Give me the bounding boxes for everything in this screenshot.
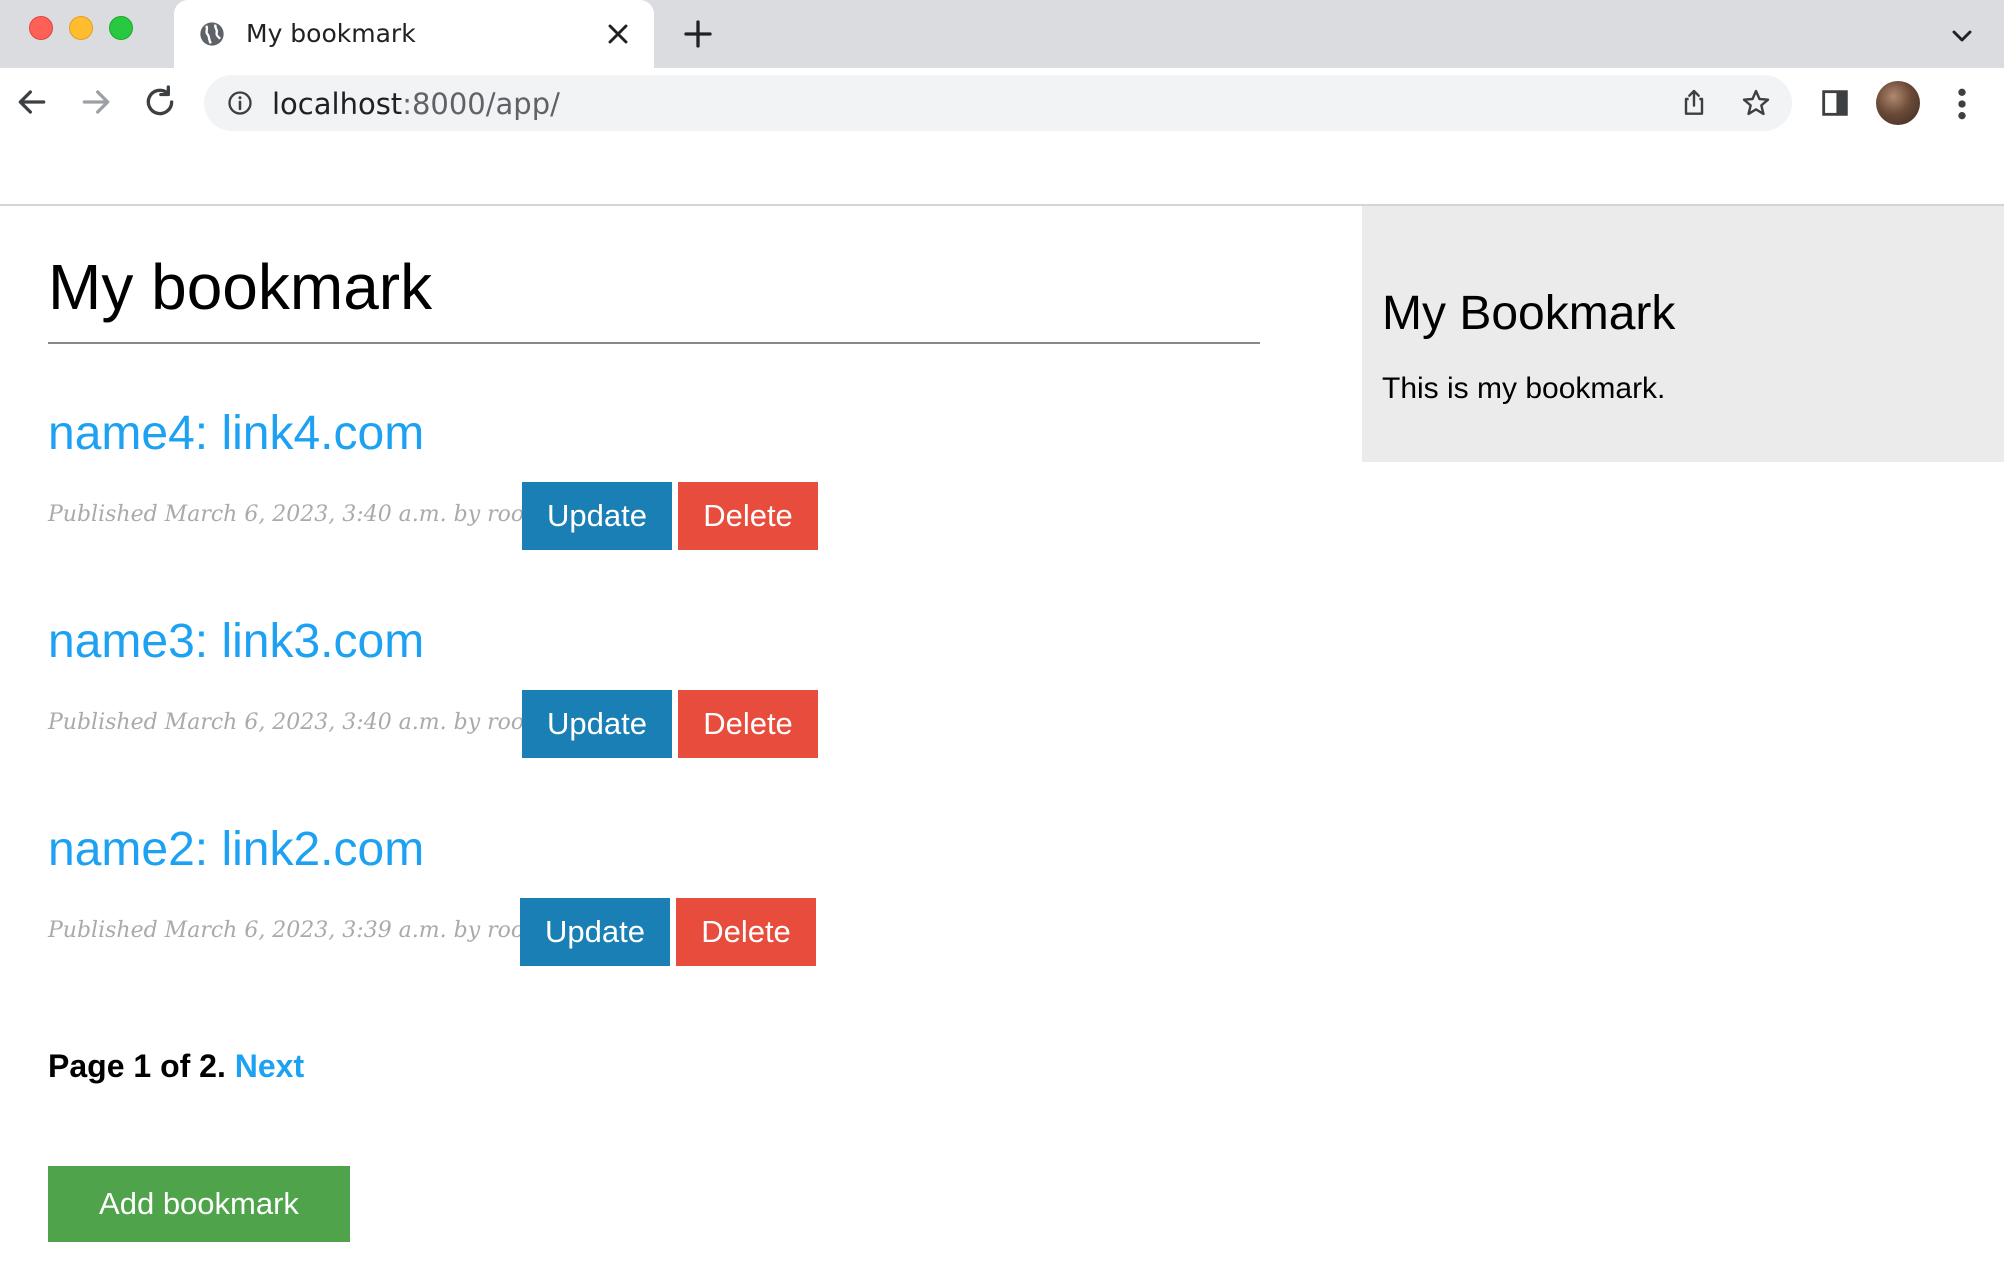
browser-tab-strip: My bookmark: [0, 0, 2004, 68]
side-panel-icon[interactable]: [1818, 86, 1852, 120]
delete-button[interactable]: Delete: [678, 482, 818, 550]
next-page-link[interactable]: Next: [235, 1048, 304, 1084]
add-bookmark-button[interactable]: Add bookmark: [48, 1166, 350, 1242]
bookmark-link[interactable]: name2: link2.com: [48, 822, 424, 877]
window-maximize-button[interactable]: [109, 16, 133, 40]
bookmark-entry: name3: link3.com Published March 6, 2023…: [48, 614, 1260, 774]
sidebar-title: My Bookmark: [1382, 287, 1676, 340]
star-icon[interactable]: [1740, 87, 1772, 119]
bookmark-meta: Published March 6, 2023, 3:40 a.m. by ro…: [48, 710, 533, 735]
window-minimize-button[interactable]: [69, 16, 93, 40]
arrow-left-icon[interactable]: [12, 82, 52, 122]
window-close-button[interactable]: [29, 16, 53, 40]
address-bar[interactable]: localhost:8000/app/: [204, 75, 1792, 131]
delete-button[interactable]: Delete: [676, 898, 816, 966]
bookmark-link[interactable]: name3: link3.com: [48, 614, 424, 669]
sidebar: My Bookmark This is my bookmark.: [1362, 206, 2004, 462]
bookmark-entry: name4: link4.com Published March 6, 2023…: [48, 406, 1260, 566]
arrow-right-icon[interactable]: [76, 82, 116, 122]
browser-tab[interactable]: My bookmark: [174, 0, 654, 68]
tab-title: My bookmark: [246, 19, 416, 48]
info-icon[interactable]: [226, 89, 254, 117]
delete-button[interactable]: Delete: [678, 690, 818, 758]
url-text: localhost:8000/app/: [272, 87, 560, 121]
update-button[interactable]: Update: [522, 482, 672, 550]
sidebar-text: This is my bookmark.: [1382, 372, 1666, 405]
title-divider: [48, 342, 1260, 344]
bookmark-meta: Published March 6, 2023, 3:40 a.m. by ro…: [48, 502, 533, 527]
chevron-down-icon[interactable]: [1946, 20, 1978, 52]
browser-toolbar: localhost:8000/app/: [0, 68, 2004, 138]
update-button[interactable]: Update: [520, 898, 670, 966]
reload-icon[interactable]: [140, 82, 180, 122]
plus-icon[interactable]: [680, 16, 716, 52]
url-path: :8000/app/: [402, 87, 560, 121]
page-title: My bookmark: [48, 251, 433, 323]
url-host: localhost: [272, 87, 403, 121]
bookmark-meta: Published March 6, 2023, 3:39 a.m. by ro…: [48, 918, 533, 943]
bookmark-link[interactable]: name4: link4.com: [48, 406, 424, 461]
pagination: Page 1 of 2. Next: [48, 1048, 304, 1085]
update-button[interactable]: Update: [522, 690, 672, 758]
share-icon[interactable]: [1678, 87, 1710, 119]
pagination-status: Page 1 of 2.: [48, 1048, 226, 1084]
bookmark-entry: name2: link2.com Published March 6, 2023…: [48, 822, 1260, 982]
globe-icon: [200, 22, 224, 46]
profile-avatar[interactable]: [1876, 81, 1920, 125]
close-icon[interactable]: [602, 18, 634, 50]
kebab-menu-icon[interactable]: [1950, 84, 1974, 124]
